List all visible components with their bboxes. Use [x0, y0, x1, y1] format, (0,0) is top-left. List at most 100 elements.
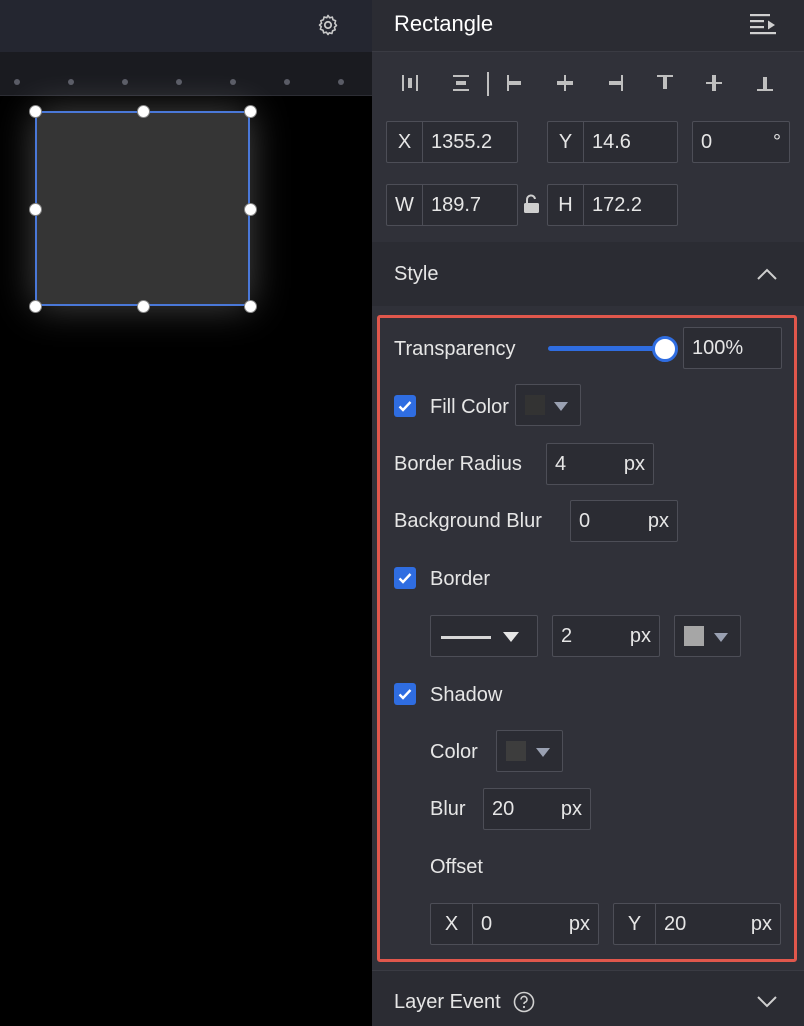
border-radius-value[interactable]: 4	[547, 453, 624, 476]
offset-y-value[interactable]: 20	[656, 913, 751, 936]
fill-color-label: Fill Color	[430, 396, 509, 418]
style-section-header[interactable]: Style	[372, 242, 804, 306]
border-radius-input[interactable]: 4 px	[546, 443, 654, 485]
background-blur-value[interactable]: 0	[571, 510, 648, 533]
ruler-tick	[68, 79, 74, 85]
border-label: Border	[430, 568, 491, 590]
transparency-slider-handle[interactable]	[652, 336, 678, 362]
x-label: X	[387, 122, 423, 162]
y-value[interactable]: 14.6	[584, 131, 677, 154]
shadow-color-swatch	[506, 741, 526, 761]
ruler-tick	[14, 79, 20, 85]
shadow-color-picker[interactable]	[496, 730, 563, 772]
x-value[interactable]: 1355.2	[423, 131, 517, 154]
transparency-value[interactable]: 100%	[684, 337, 781, 360]
w-label: W	[387, 185, 423, 225]
style-section-title: Style	[394, 263, 439, 285]
border-color-picker[interactable]	[674, 615, 741, 657]
border-style-select[interactable]	[430, 615, 538, 657]
shadow-blur-value[interactable]: 20	[484, 798, 561, 821]
selected-rectangle[interactable]	[35, 111, 250, 306]
fill-color-swatch	[525, 395, 545, 415]
offset-x-value[interactable]: 0	[473, 913, 569, 936]
shadow-blur-input[interactable]: 20 px	[483, 788, 591, 830]
w-value[interactable]: 189.7	[423, 194, 517, 217]
background-blur-unit: px	[647, 509, 669, 532]
rotation-field[interactable]: 0 °	[692, 121, 790, 163]
h-value[interactable]: 172.2	[584, 194, 677, 217]
x-position-field[interactable]: X 1355.2	[386, 121, 518, 163]
shadow-color-label: Color	[430, 741, 478, 763]
canvas-ruler	[0, 52, 372, 96]
height-field[interactable]: H 172.2	[547, 184, 678, 226]
ruler-tick	[230, 79, 236, 85]
checkmark-icon	[398, 573, 412, 584]
ruler-tick	[338, 79, 344, 85]
offset-y-unit: px	[750, 912, 772, 935]
border-width-input[interactable]: 2 px	[552, 615, 660, 657]
ruler-tick	[122, 79, 128, 85]
offset-x-input[interactable]: X 0 px	[430, 903, 599, 945]
checkmark-icon	[398, 689, 412, 700]
transparency-label: Transparency	[394, 338, 516, 360]
background-blur-label: Background Blur	[394, 510, 542, 532]
resize-handle-top-right[interactable]	[244, 105, 257, 118]
fill-color-checkbox[interactable]	[394, 395, 416, 417]
border-checkbox[interactable]	[394, 567, 416, 589]
resize-handle-bottom[interactable]	[137, 300, 150, 313]
canvas-toolbar	[0, 0, 372, 52]
panel-header: Rectangle	[372, 0, 804, 52]
border-width-unit: px	[629, 624, 651, 647]
shadow-checkbox[interactable]	[394, 683, 416, 705]
caret-down-icon	[714, 633, 728, 642]
layer-event-title: Layer Event	[394, 991, 501, 1013]
border-width-value[interactable]: 2	[553, 625, 630, 648]
distribute-vertical-icon[interactable]	[450, 72, 472, 94]
caret-down-icon	[536, 748, 550, 757]
align-left-icon[interactable]	[504, 72, 526, 94]
y-position-field[interactable]: Y 14.6	[547, 121, 678, 163]
panel-title: Rectangle	[394, 11, 494, 36]
align-center-vertical-icon[interactable]	[703, 72, 725, 94]
solid-line-icon	[441, 636, 491, 639]
caret-down-icon	[503, 632, 519, 642]
gear-icon[interactable]	[316, 13, 340, 37]
offset-x-unit: px	[568, 912, 590, 935]
resize-handle-left[interactable]	[29, 203, 42, 216]
shadow-blur-label: Blur	[430, 798, 466, 820]
h-label: H	[548, 185, 584, 225]
shadow-blur-unit: px	[560, 797, 582, 820]
chevron-up-icon[interactable]	[756, 264, 778, 286]
resize-handle-bottom-left[interactable]	[29, 300, 42, 313]
offset-label: Offset	[430, 856, 483, 878]
ruler-tick	[176, 79, 182, 85]
background-blur-input[interactable]: 0 px	[570, 500, 678, 542]
resize-handle-top[interactable]	[137, 105, 150, 118]
rotation-value[interactable]: 0	[693, 131, 773, 154]
transparency-input[interactable]: 100%	[683, 327, 782, 369]
width-field[interactable]: W 189.7	[386, 184, 518, 226]
toolbar-divider	[487, 72, 489, 96]
unlock-icon[interactable]	[521, 193, 543, 215]
resize-handle-right[interactable]	[244, 203, 257, 216]
shadow-label: Shadow	[430, 684, 503, 706]
align-center-horizontal-icon[interactable]	[554, 72, 576, 94]
caret-down-icon	[554, 402, 568, 411]
align-top-icon[interactable]	[654, 72, 676, 94]
ruler-tick	[284, 79, 290, 85]
align-bottom-icon[interactable]	[754, 72, 776, 94]
border-radius-unit: px	[623, 452, 645, 475]
distribute-horizontal-icon[interactable]	[399, 72, 421, 94]
align-right-icon[interactable]	[604, 72, 626, 94]
checkmark-icon	[398, 401, 412, 412]
transparency-slider-track[interactable]	[548, 346, 668, 351]
help-icon[interactable]	[513, 991, 535, 1013]
chevron-down-icon[interactable]	[756, 990, 778, 1012]
offset-y-label: Y	[614, 904, 656, 944]
collapse-panel-icon[interactable]	[749, 12, 777, 38]
fill-color-picker[interactable]	[515, 384, 581, 426]
offset-y-input[interactable]: Y 20 px	[613, 903, 781, 945]
resize-handle-top-left[interactable]	[29, 105, 42, 118]
resize-handle-bottom-right[interactable]	[244, 300, 257, 313]
border-radius-label: Border Radius	[394, 453, 522, 475]
